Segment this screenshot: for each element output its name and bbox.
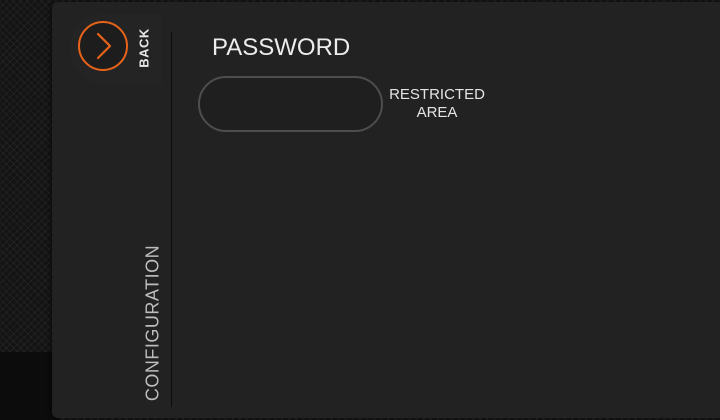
back-button[interactable] [78, 21, 128, 71]
background-shadow [0, 352, 60, 420]
restricted-line: RESTRICTED [389, 86, 485, 103]
config-panel: BACK CONFIGURATION PASSWORD RESTRICTED A… [52, 2, 720, 418]
area-line: AREA [416, 104, 458, 121]
sidebar-divider [171, 32, 172, 407]
screen: BACK CONFIGURATION PASSWORD RESTRICTED A… [0, 0, 720, 420]
section-label: CONFIGURATION [142, 244, 163, 402]
password-input[interactable] [198, 76, 383, 132]
page-title: PASSWORD [212, 34, 351, 61]
chevron-right-icon [96, 32, 112, 60]
back-label[interactable]: BACK [137, 28, 152, 68]
restricted-area-label: RESTRICTED AREA [382, 86, 492, 122]
